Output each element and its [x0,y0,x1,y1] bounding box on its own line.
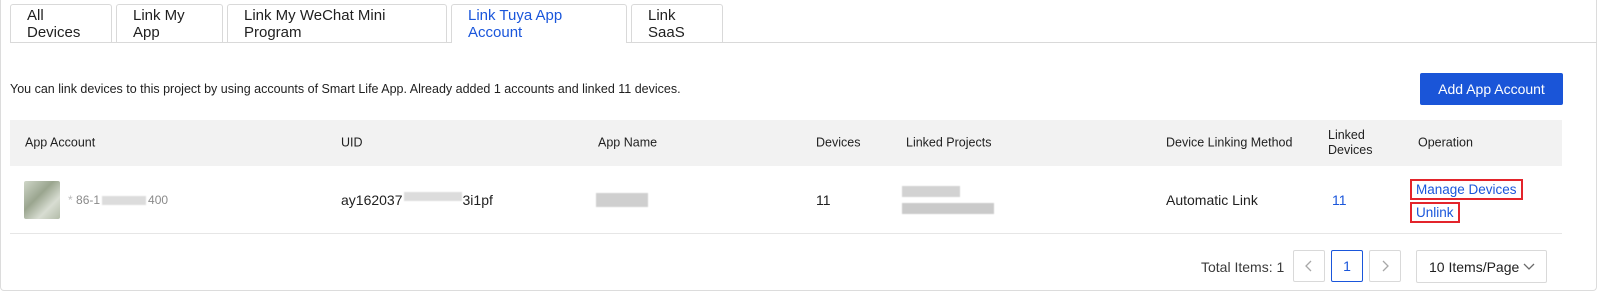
header-devices: Devices [816,135,861,150]
info-text: You can link devices to this project by … [10,82,681,96]
tab-link-wechat-mini-program[interactable]: Link My WeChat Mini Program [227,4,447,42]
header-operation: Operation [1418,135,1473,150]
tab-divider [10,42,1597,43]
tab-bar: All Devices Link My App Link My WeChat M… [10,4,727,43]
linking-method-value: Automatic Link [1166,191,1258,208]
accounts-table: App Account UID App Name Devices Linked … [10,120,1562,234]
tab-link-my-app[interactable]: Link My App [116,4,223,42]
unlink-link[interactable]: Unlink [1410,202,1460,223]
account-value: * 86-1 400 [68,193,169,207]
avatar [24,181,60,219]
header-app-name: App Name [598,135,658,150]
table-row: * 86-1 400 ay162037 3i1pf 11 Automatic Lin… [10,166,1562,234]
tab-link-saas[interactable]: Link SaaS [631,4,723,42]
tab-link-tuya-app-account[interactable]: Link Tuya App Account [451,4,627,43]
header-linked-devices: Linked Devices [1328,128,1373,157]
total-items-label: Total Items: 1 [1201,259,1285,275]
page-1-button[interactable]: 1 [1331,250,1363,282]
devices-count: 11 [816,191,831,208]
header-linked-projects: Linked Projects [906,135,992,150]
redacted-mask [102,196,147,206]
redacted-mask [596,192,648,207]
redacted-mask [403,191,462,201]
redacted-mask [902,203,994,214]
prev-page-button[interactable] [1293,250,1325,282]
table-header: App Account UID App Name Devices Linked … [10,120,1562,166]
linked-projects-value [902,186,994,214]
page-size-select[interactable]: 10 Items/Page [1416,250,1547,283]
header-linking-method: Device Linking Method [1166,135,1293,150]
chevron-down-icon [1523,263,1535,270]
tab-all-devices[interactable]: All Devices [10,4,112,42]
linked-devices-link[interactable]: 11 [1332,192,1347,208]
next-page-button[interactable] [1369,250,1401,282]
redacted-mask [902,186,960,197]
add-app-account-button[interactable]: Add App Account [1420,73,1563,105]
chevron-right-icon [1382,260,1389,272]
header-uid: UID [341,135,363,150]
header-app-account: App Account [25,135,96,150]
manage-devices-link[interactable]: Manage Devices [1410,179,1523,200]
uid-value: ay162037 3i1pf [341,191,493,208]
app-name-value [596,191,648,207]
chevron-left-icon [1305,260,1312,272]
